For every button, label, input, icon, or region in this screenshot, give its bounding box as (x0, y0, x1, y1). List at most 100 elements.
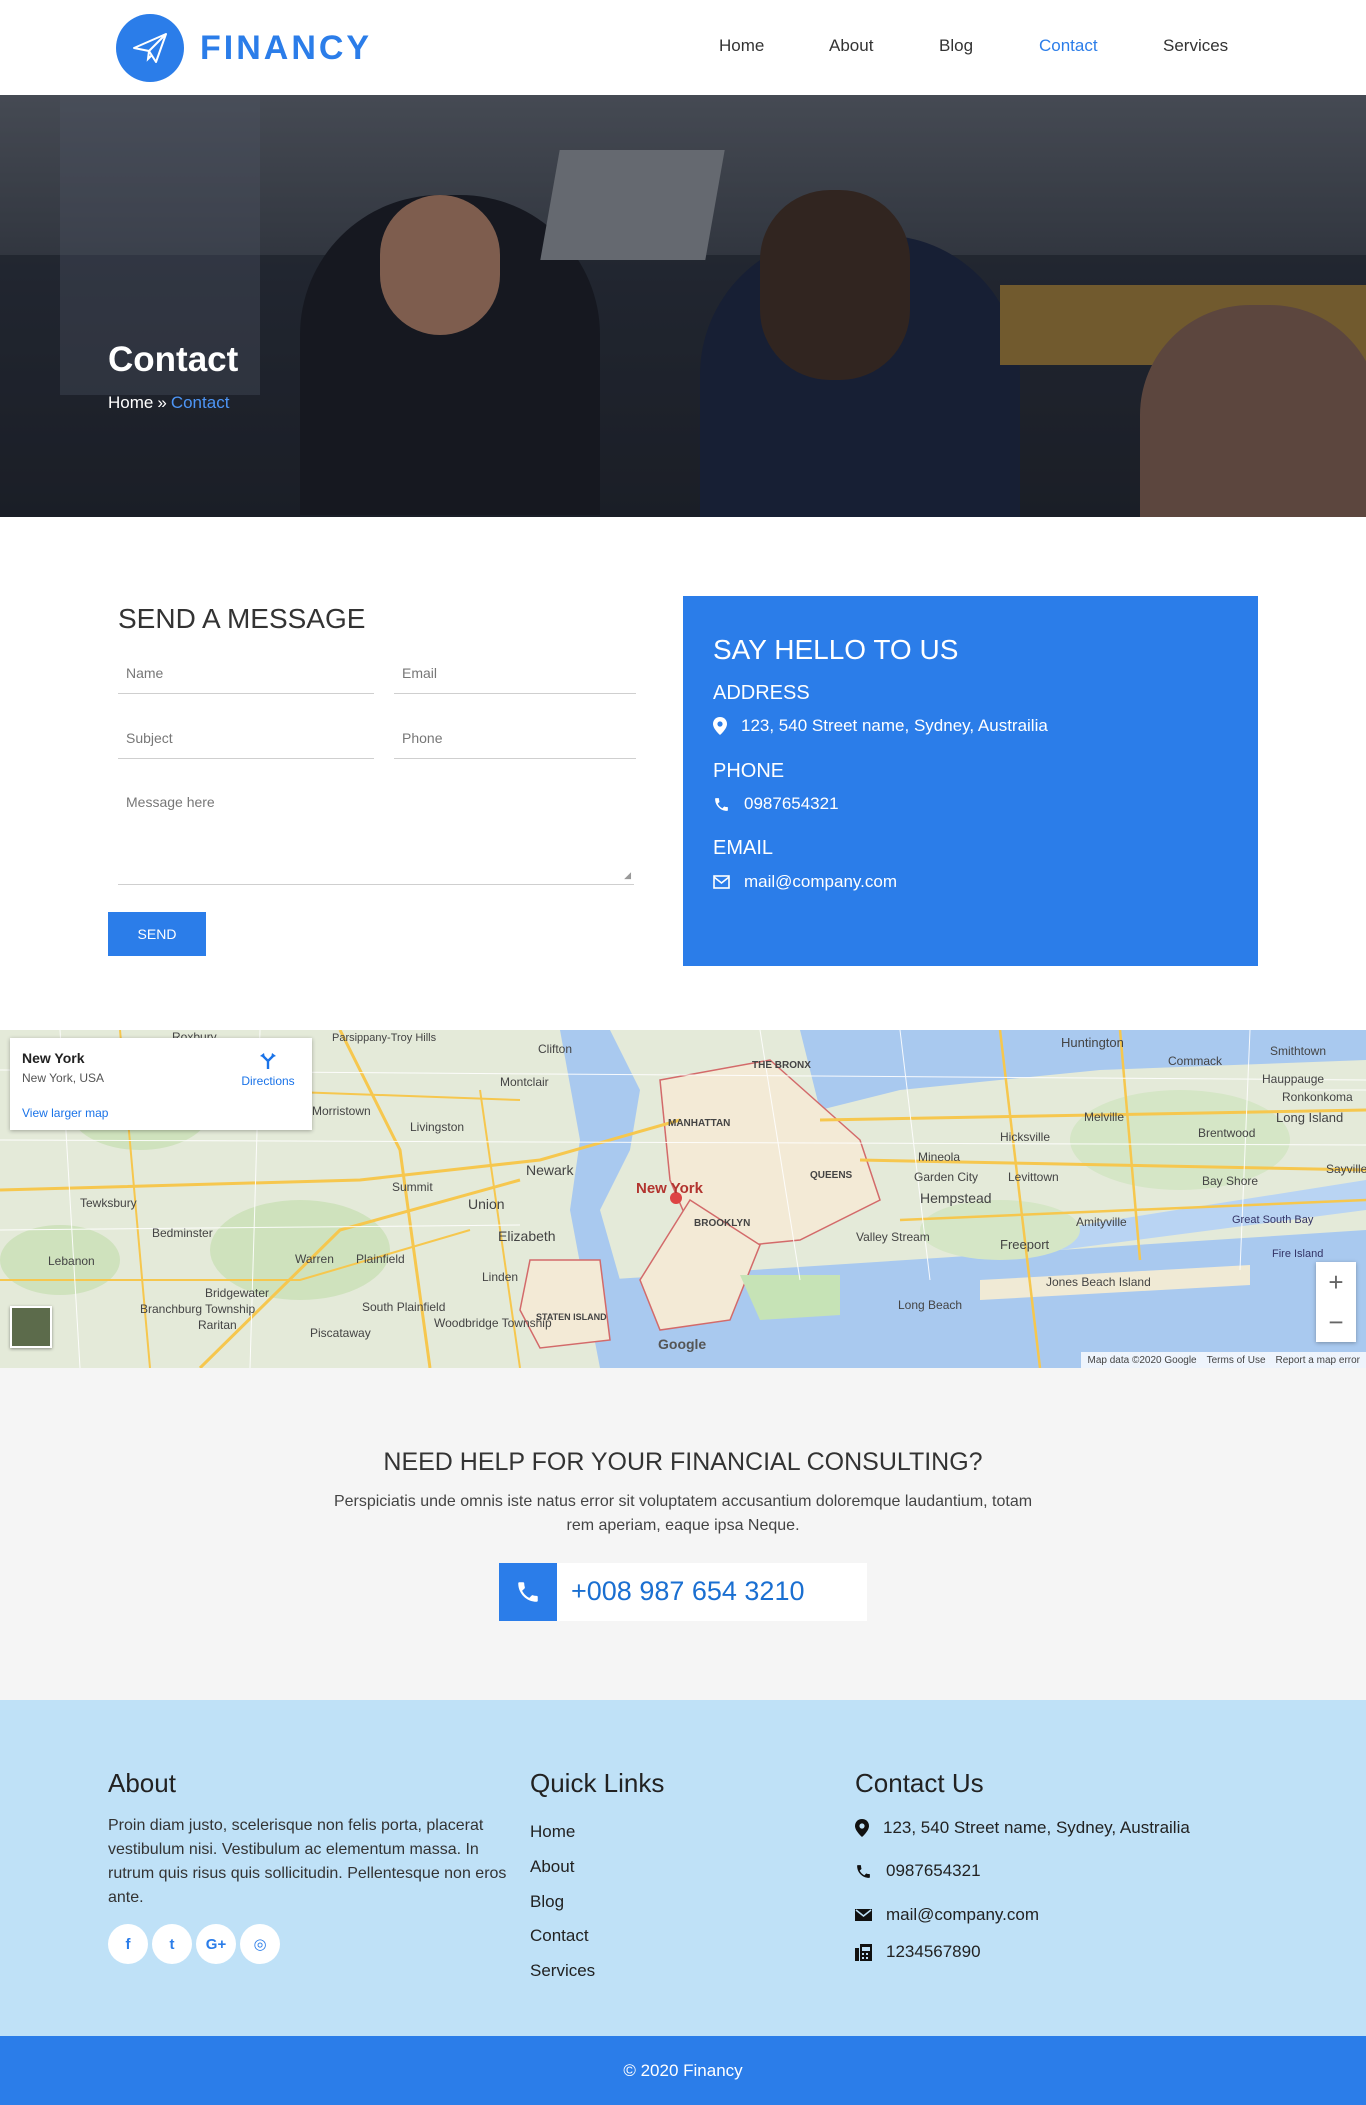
map-label: Livingston (410, 1120, 465, 1134)
name-placeholder: Name (126, 665, 164, 681)
zoom-in-button[interactable]: + (1316, 1262, 1356, 1302)
social-links: f t G+ ◎ (108, 1924, 280, 1964)
footer-address: 123, 540 Street name, Sydney, Austrailia (855, 1818, 1190, 1838)
zoom-out-button[interactable]: − (1316, 1302, 1356, 1342)
phone-icon (857, 1864, 870, 1878)
map-label: Branchburg Township (140, 1302, 256, 1316)
map-label: Valley Stream (856, 1230, 930, 1244)
location-map[interactable]: New York Clifton Newark Elizabeth Union … (0, 1030, 1366, 1368)
resize-handle-icon[interactable]: ◢ (624, 870, 631, 881)
facebook-icon[interactable]: f (108, 1924, 148, 1964)
footer-contact-title: Contact Us (855, 1768, 984, 1798)
map-label: Smithtown (1270, 1044, 1327, 1058)
footer-link-about[interactable]: About (530, 1857, 574, 1877)
nav-home[interactable]: Home (719, 36, 764, 56)
map-label: Bay Shore (1202, 1174, 1259, 1188)
email-row: mail@company.com (713, 872, 897, 892)
map-label: Woodbridge Township (434, 1316, 552, 1330)
envelope-icon (855, 1909, 872, 1921)
google-plus-icon[interactable]: G+ (196, 1924, 236, 1964)
satellite-toggle[interactable] (10, 1306, 52, 1348)
map-label: Hauppauge (1262, 1072, 1325, 1086)
footer-link-services[interactable]: Services (530, 1961, 595, 1981)
map-report-link[interactable]: Report a map error (1276, 1355, 1360, 1366)
phone-icon (499, 1563, 557, 1621)
footer-link-home[interactable]: Home (530, 1822, 575, 1842)
footer-phone-text[interactable]: 0987654321 (886, 1861, 981, 1881)
subject-field[interactable]: Subject (118, 719, 374, 759)
footer-fax-text: 1234567890 (886, 1942, 981, 1961)
map-label: Huntington (1061, 1035, 1124, 1050)
footer-phone: 0987654321 (855, 1861, 981, 1881)
message-field[interactable]: Message here ◢ (118, 784, 634, 885)
google-logo: Google (658, 1336, 707, 1352)
map-terms-link[interactable]: Terms of Use (1207, 1355, 1266, 1366)
map-label: Brentwood (1198, 1126, 1256, 1140)
email-placeholder: Email (402, 665, 438, 681)
nav-about[interactable]: About (829, 36, 873, 56)
instagram-icon[interactable]: ◎ (240, 1924, 280, 1964)
name-field[interactable]: Name (118, 654, 374, 694)
email-label: EMAIL (713, 837, 774, 859)
hero-overlay (0, 95, 1366, 517)
twitter-icon[interactable]: t (152, 1924, 192, 1964)
help-title: NEED HELP FOR YOUR FINANCIAL CONSULTING? (383, 1448, 983, 1476)
footer-link-contact[interactable]: Contact (530, 1926, 589, 1946)
email-field[interactable]: Email (394, 654, 636, 694)
map-label: Bridgewater (205, 1286, 270, 1300)
map-label: Union (468, 1196, 505, 1212)
map-label: Morristown (312, 1104, 371, 1118)
footer-email-text[interactable]: mail@company.com (886, 1905, 1039, 1925)
map-label: Levittown (1008, 1170, 1059, 1184)
nav-blog[interactable]: Blog (939, 36, 973, 56)
footer-links-title: Quick Links (530, 1768, 665, 1798)
map-label: South Plainfield (362, 1300, 446, 1314)
map-label: Raritan (198, 1318, 237, 1332)
form-title: SEND A MESSAGE (118, 603, 366, 634)
copyright-text: © 2020 Financy (623, 2060, 743, 2080)
map-place-name: New York (22, 1050, 85, 1066)
map-marker-icon (855, 1819, 869, 1837)
map-label: Jones Beach Island (1046, 1275, 1151, 1289)
footer-about-text: Proin diam justo, scelerisque non felis … (108, 1817, 507, 1906)
map-label: Melville (1084, 1110, 1125, 1124)
map-label: Clifton (538, 1042, 573, 1056)
map-label: Garden City (914, 1170, 979, 1184)
nav-services[interactable]: Services (1163, 36, 1228, 56)
address-row: 123, 540 Street name, Sydney, Austrailia (713, 716, 1048, 736)
directions-icon (260, 1053, 276, 1069)
fax-icon (855, 1943, 872, 1961)
map-label: Ronkonkoma (1282, 1090, 1353, 1104)
map-label: Great South Bay (1232, 1214, 1314, 1226)
map-label: Mineola (918, 1150, 961, 1164)
site-header: FINANCY Home About Blog Contact Services (0, 0, 1366, 95)
directions-label: Directions (241, 1074, 295, 1088)
phone-field[interactable]: Phone (394, 719, 636, 759)
map-place-address: New York, USA (22, 1071, 105, 1085)
phone-row: 0987654321 (713, 794, 839, 814)
directions-button[interactable]: Directions (238, 1051, 298, 1088)
help-phone-number[interactable]: +008 987 654 3210 (571, 1576, 804, 1607)
copyright-bar: © 2020 Financy (0, 2036, 1366, 2105)
subject-placeholder: Subject (126, 730, 173, 746)
zoom-controls: + − (1316, 1262, 1356, 1342)
breadcrumb-current[interactable]: Contact (171, 393, 230, 412)
nav-contact[interactable]: Contact (1039, 36, 1098, 56)
footer-link-blog[interactable]: Blog (530, 1892, 564, 1912)
map-label: Newark (526, 1162, 574, 1178)
send-button[interactable]: SEND (108, 912, 206, 956)
map-label: Lebanon (48, 1254, 95, 1268)
phone-icon (715, 797, 728, 811)
email-text[interactable]: mail@company.com (744, 872, 897, 892)
phone-text[interactable]: 0987654321 (744, 794, 839, 814)
help-phone-box[interactable]: +008 987 654 3210 (499, 1563, 867, 1621)
map-label: Amityville (1076, 1215, 1127, 1229)
map-label: Commack (1168, 1054, 1223, 1068)
contact-info-panel: SAY HELLO TO US ADDRESS 123, 540 Street … (683, 596, 1258, 966)
hello-title: SAY HELLO TO US (713, 634, 959, 665)
map-label: Plainfield (356, 1252, 405, 1266)
view-larger-map-link[interactable]: View larger map (22, 1106, 108, 1120)
map-marker-icon (713, 717, 727, 735)
breadcrumb-home[interactable]: Home (108, 393, 153, 412)
map-label: Piscataway (310, 1326, 371, 1340)
